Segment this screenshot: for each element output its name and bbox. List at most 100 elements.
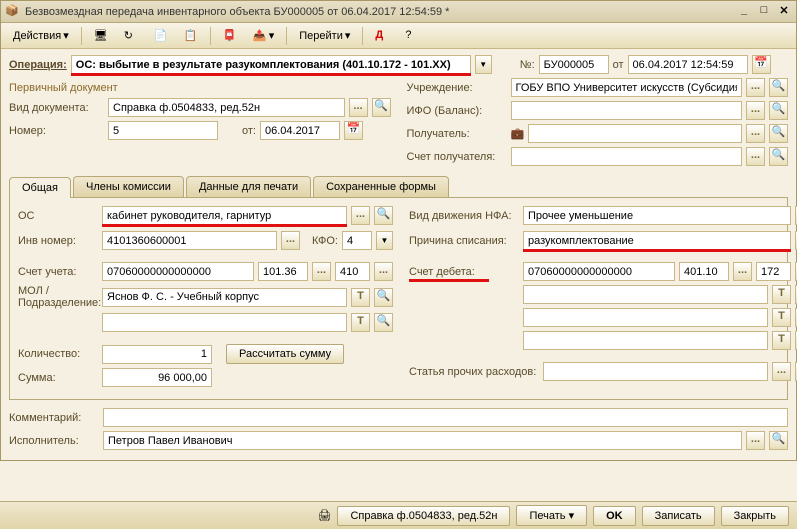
footer: 🖨 Справка ф.0504833, ред.52н Печать ▾ OK… xyxy=(0,501,797,529)
goto-menu[interactable]: Перейти ▾ xyxy=(293,27,356,44)
schet-deb3-input[interactable] xyxy=(756,262,791,281)
vid-dv-label: Вид движения НФА: xyxy=(409,210,519,222)
tb-icon-7[interactable]: Д xyxy=(369,27,395,45)
schet-uch3-select[interactable]: ... xyxy=(374,262,393,281)
os-label: ОС xyxy=(18,210,98,222)
poluch-label: Получатель: xyxy=(407,128,507,140)
schet-search[interactable]: 🔍 xyxy=(769,147,788,166)
save-button[interactable]: Записать xyxy=(642,506,715,526)
os-select[interactable]: ... xyxy=(351,206,370,225)
poluch-select[interactable]: ... xyxy=(746,124,765,143)
schet-uch3-input[interactable] xyxy=(335,262,370,281)
vid-dv-input[interactable] xyxy=(523,206,791,225)
tb-icon-8[interactable]: ? xyxy=(399,27,425,45)
actions-menu[interactable]: Действия ▾ xyxy=(7,27,75,44)
mol2-input[interactable] xyxy=(102,313,347,332)
mol-search[interactable]: 🔍 xyxy=(374,288,393,307)
schet-select[interactable]: ... xyxy=(746,147,765,166)
statya-input[interactable] xyxy=(543,362,768,381)
schet-input[interactable] xyxy=(511,147,743,166)
isp-select[interactable]: ... xyxy=(746,431,765,450)
kfo-input[interactable] xyxy=(342,231,372,250)
vid-dok-select[interactable]: ... xyxy=(349,98,368,117)
schet-deb2-select[interactable]: ... xyxy=(733,262,752,281)
schet-uch2-select[interactable]: ... xyxy=(312,262,331,281)
operation-dropdown[interactable]: ▼ xyxy=(475,55,492,74)
deb-extra1-t[interactable]: T xyxy=(772,285,791,304)
app-icon: 📦 xyxy=(5,4,21,20)
operation-select[interactable] xyxy=(71,55,471,74)
uchr-input[interactable] xyxy=(511,78,743,97)
schet-uch-label: Счет учета: xyxy=(18,266,98,278)
nomer-input[interactable] xyxy=(108,121,218,140)
tb-icon-3[interactable]: 📄 xyxy=(148,27,174,45)
maximize-button[interactable]: □ xyxy=(756,4,772,20)
schet-deb2-input[interactable] xyxy=(679,262,729,281)
minimize-button[interactable]: _ xyxy=(736,4,752,20)
mol2-t[interactable]: T xyxy=(351,313,370,332)
tab-general[interactable]: Общая xyxy=(9,177,71,198)
mol-input[interactable] xyxy=(102,288,347,307)
ok-button[interactable]: OK xyxy=(593,506,636,526)
os-search[interactable]: 🔍 xyxy=(374,206,393,225)
tb-icon-4[interactable]: 📋 xyxy=(178,27,204,45)
schet-deb-label: Счет дебета: xyxy=(409,266,475,278)
mol-t[interactable]: T xyxy=(351,288,370,307)
inv-select[interactable]: ... xyxy=(281,231,300,250)
tb-icon-2[interactable]: ↻ xyxy=(118,27,144,45)
vid-dok-search[interactable]: 🔍 xyxy=(372,98,391,117)
mol2-search[interactable]: 🔍 xyxy=(374,313,393,332)
form-icon: 🖥 xyxy=(94,29,108,43)
vid-dok-input[interactable] xyxy=(108,98,345,117)
date-picker-button[interactable]: 📅 xyxy=(752,55,771,74)
date-input[interactable] xyxy=(628,55,748,74)
os-input[interactable] xyxy=(102,206,347,225)
isp-input[interactable] xyxy=(103,431,742,450)
tab-commission[interactable]: Члены комиссии xyxy=(73,176,184,197)
spravka-button[interactable]: Справка ф.0504833, ред.52н xyxy=(337,506,510,526)
statya-label: Статья прочих расходов: xyxy=(409,366,539,378)
inv-input[interactable] xyxy=(102,231,277,250)
deb-extra3-input[interactable] xyxy=(523,331,768,350)
uchr-select[interactable]: ... xyxy=(746,78,765,97)
isp-search[interactable]: 🔍 xyxy=(769,431,788,450)
ifo-input[interactable] xyxy=(511,101,743,120)
ot-date-input[interactable] xyxy=(260,121,340,140)
ifo-search[interactable]: 🔍 xyxy=(769,101,788,120)
ot2-label: от: xyxy=(242,125,256,137)
deb-extra2-input[interactable] xyxy=(523,308,768,327)
rasschitat-button[interactable]: Рассчитать сумму xyxy=(226,344,344,364)
print-icon: 🖨 xyxy=(317,509,331,522)
ot-date-picker[interactable]: 📅 xyxy=(344,121,363,140)
refresh-icon: ↻ xyxy=(124,29,138,43)
tb-icon-1[interactable]: 🖥 xyxy=(88,27,114,45)
deb-extra2-t[interactable]: T xyxy=(772,308,791,327)
summa-input[interactable] xyxy=(102,368,212,387)
ifo-select[interactable]: ... xyxy=(746,101,765,120)
schet-uch1-input[interactable] xyxy=(102,262,254,281)
prich-input[interactable] xyxy=(523,231,791,250)
kfo-dropdown[interactable]: ▼ xyxy=(376,231,393,250)
deb-extra3-t[interactable]: T xyxy=(772,331,791,350)
tb-icon-6[interactable]: 📤 ▾ xyxy=(247,27,281,45)
tab-print-data[interactable]: Данные для печати xyxy=(186,176,311,197)
close-button[interactable]: ✕ xyxy=(776,4,792,20)
prich-label: Причина списания: xyxy=(409,235,519,247)
summa-label: Сумма: xyxy=(18,372,98,384)
uchr-search[interactable]: 🔍 xyxy=(769,78,788,97)
close-button-footer[interactable]: Закрыть xyxy=(721,506,789,526)
deb-extra1-input[interactable] xyxy=(523,285,768,304)
kol-input[interactable] xyxy=(102,345,212,364)
help-icon: ? xyxy=(405,29,419,43)
poluch-input[interactable] xyxy=(528,124,742,143)
statya-select[interactable]: ... xyxy=(772,362,791,381)
tab-saved-forms[interactable]: Сохраненные формы xyxy=(313,176,449,197)
print-button[interactable]: Печать ▾ xyxy=(516,505,587,526)
poluch-search[interactable]: 🔍 xyxy=(769,124,788,143)
schet-uch2-input[interactable] xyxy=(258,262,308,281)
schet-deb1-input[interactable] xyxy=(523,262,675,281)
num-input[interactable] xyxy=(539,55,609,74)
post-icon: 📮 xyxy=(223,29,237,43)
tb-icon-5[interactable]: 📮 xyxy=(217,27,243,45)
komm-input[interactable] xyxy=(103,408,788,427)
